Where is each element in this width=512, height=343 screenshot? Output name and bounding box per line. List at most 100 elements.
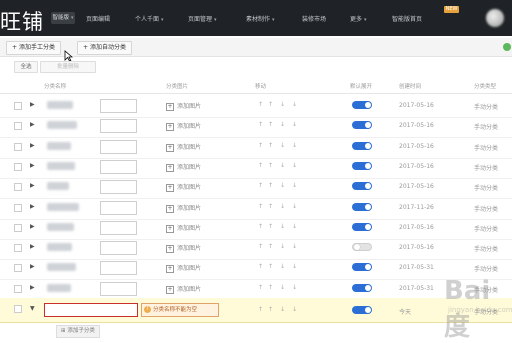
row-checkbox[interactable] bbox=[14, 122, 22, 131]
move-up-icon[interactable]: ↑ bbox=[268, 121, 273, 128]
move-top-icon[interactable]: ↑ bbox=[258, 203, 263, 210]
move-top-icon[interactable]: ↑ bbox=[258, 306, 263, 313]
select-all-button[interactable]: 全选 bbox=[14, 61, 38, 73]
nav-item-page-manage[interactable]: 页面管理 ▾ bbox=[188, 14, 217, 23]
collapse-arrow-icon[interactable]: ▼ bbox=[30, 305, 35, 312]
row-checkbox[interactable] bbox=[14, 305, 22, 313]
category-name-input[interactable] bbox=[100, 220, 137, 235]
move-bottom-icon[interactable]: ↓ bbox=[292, 162, 297, 169]
expand-arrow-icon[interactable]: ▶ bbox=[30, 243, 35, 250]
expand-toggle[interactable] bbox=[352, 101, 372, 109]
row-checkbox[interactable] bbox=[14, 142, 22, 151]
batch-delete-button[interactable]: 批量删除 bbox=[40, 61, 96, 73]
move-down-icon[interactable]: ↓ bbox=[280, 223, 285, 230]
move-down-icon[interactable]: ↓ bbox=[280, 182, 285, 189]
category-name-input[interactable] bbox=[100, 119, 137, 134]
add-subcategory-button[interactable]: ⊞ 添加子分类 bbox=[56, 325, 100, 338]
move-top-icon[interactable]: ↑ bbox=[258, 243, 263, 250]
add-manual-category-button[interactable]: + 添加手工分类 bbox=[6, 41, 61, 55]
expand-toggle[interactable] bbox=[352, 306, 372, 314]
move-bottom-icon[interactable]: ↓ bbox=[292, 142, 297, 149]
move-up-icon[interactable]: ↑ bbox=[268, 223, 273, 230]
move-top-icon[interactable]: ↑ bbox=[258, 284, 263, 291]
move-up-icon[interactable]: ↑ bbox=[268, 142, 273, 149]
add-image-button[interactable]: + 添加图片 bbox=[166, 223, 201, 233]
nav-item-more[interactable]: 更多 ▾ bbox=[350, 14, 367, 23]
move-down-icon[interactable]: ↓ bbox=[280, 101, 285, 108]
row-checkbox[interactable] bbox=[14, 183, 22, 192]
expand-toggle[interactable] bbox=[352, 263, 372, 272]
expand-toggle[interactable] bbox=[352, 182, 372, 191]
expand-toggle[interactable] bbox=[352, 141, 372, 150]
expand-toggle[interactable] bbox=[352, 121, 372, 130]
nav-item-personal[interactable]: 个人千面 ▾ bbox=[135, 14, 164, 23]
move-down-icon[interactable]: ↓ bbox=[280, 203, 285, 210]
category-name-input[interactable] bbox=[100, 281, 137, 296]
add-image-button[interactable]: + 添加图片 bbox=[166, 203, 201, 213]
move-up-icon[interactable]: ↑ bbox=[268, 243, 273, 250]
expand-arrow-icon[interactable]: ▶ bbox=[30, 142, 35, 149]
move-down-icon[interactable]: ↓ bbox=[280, 142, 285, 149]
category-name-input[interactable] bbox=[100, 159, 137, 174]
move-bottom-icon[interactable]: ↓ bbox=[292, 263, 297, 270]
add-image-button[interactable]: + 添加图片 bbox=[166, 162, 201, 172]
move-down-icon[interactable]: ↓ bbox=[280, 263, 285, 270]
row-checkbox[interactable] bbox=[14, 284, 22, 293]
expand-toggle[interactable] bbox=[352, 243, 372, 252]
category-name-input[interactable] bbox=[100, 139, 137, 154]
expand-arrow-icon[interactable]: ▶ bbox=[30, 263, 35, 270]
add-auto-category-button[interactable]: + 添加自动分类 bbox=[77, 41, 132, 55]
move-top-icon[interactable]: ↑ bbox=[258, 223, 263, 230]
move-bottom-icon[interactable]: ↓ bbox=[292, 243, 297, 250]
move-bottom-icon[interactable]: ↓ bbox=[292, 203, 297, 210]
move-top-icon[interactable]: ↑ bbox=[258, 101, 263, 108]
row-checkbox[interactable] bbox=[14, 162, 22, 171]
row-checkbox[interactable] bbox=[14, 102, 22, 110]
move-up-icon[interactable]: ↑ bbox=[268, 182, 273, 189]
move-bottom-icon[interactable]: ↓ bbox=[292, 182, 297, 189]
expand-arrow-icon[interactable]: ▶ bbox=[30, 162, 35, 169]
move-down-icon[interactable]: ↓ bbox=[280, 121, 285, 128]
move-up-icon[interactable]: ↑ bbox=[268, 101, 273, 108]
expand-arrow-icon[interactable]: ▶ bbox=[30, 203, 35, 210]
version-selector[interactable]: 智能版 ▾ bbox=[51, 12, 75, 24]
category-name-input[interactable] bbox=[100, 99, 137, 113]
expand-arrow-icon[interactable]: ▶ bbox=[30, 182, 35, 189]
expand-arrow-icon[interactable]: ▶ bbox=[30, 223, 35, 230]
move-bottom-icon[interactable]: ↓ bbox=[292, 306, 297, 313]
category-name-input[interactable] bbox=[100, 200, 137, 215]
row-checkbox[interactable] bbox=[14, 264, 22, 273]
nav-item-market[interactable]: 装修市场 bbox=[302, 14, 326, 23]
expand-toggle[interactable] bbox=[352, 161, 372, 170]
move-up-icon[interactable]: ↑ bbox=[268, 162, 273, 169]
move-bottom-icon[interactable]: ↓ bbox=[292, 284, 297, 291]
nav-item-smart-home[interactable]: 智能版首页 bbox=[392, 14, 422, 23]
category-name-input[interactable] bbox=[100, 180, 137, 195]
expand-toggle[interactable] bbox=[352, 202, 372, 211]
move-down-icon[interactable]: ↓ bbox=[280, 162, 285, 169]
expand-arrow-icon[interactable]: ▶ bbox=[30, 284, 35, 291]
expand-arrow-icon[interactable]: ▶ bbox=[30, 101, 35, 108]
category-name-input[interactable] bbox=[44, 303, 138, 317]
add-image-button[interactable]: + 添加图片 bbox=[166, 182, 201, 193]
nav-item-page-edit[interactable]: 页面编辑 bbox=[86, 14, 110, 23]
row-checkbox[interactable] bbox=[14, 244, 22, 253]
add-image-button[interactable]: + 添加图片 bbox=[166, 263, 201, 274]
move-up-icon[interactable]: ↑ bbox=[268, 306, 273, 313]
move-up-icon[interactable]: ↑ bbox=[268, 263, 273, 270]
add-image-button[interactable]: + 添加图片 bbox=[166, 284, 201, 294]
move-top-icon[interactable]: ↑ bbox=[258, 162, 263, 169]
add-image-button[interactable]: + 添加图片 bbox=[166, 243, 201, 254]
move-top-icon[interactable]: ↑ bbox=[258, 182, 263, 189]
category-name-input[interactable] bbox=[100, 241, 137, 256]
move-down-icon[interactable]: ↓ bbox=[280, 306, 285, 313]
avatar[interactable] bbox=[486, 9, 504, 27]
move-up-icon[interactable]: ↑ bbox=[268, 203, 273, 210]
move-up-icon[interactable]: ↑ bbox=[268, 284, 273, 291]
expand-toggle[interactable] bbox=[352, 222, 372, 231]
nav-item-material[interactable]: 素材制作 ▾ bbox=[246, 14, 275, 23]
add-image-button[interactable]: + 添加图片 bbox=[166, 142, 201, 152]
move-bottom-icon[interactable]: ↓ bbox=[292, 121, 297, 128]
move-down-icon[interactable]: ↓ bbox=[280, 284, 285, 291]
move-down-icon[interactable]: ↓ bbox=[280, 243, 285, 250]
